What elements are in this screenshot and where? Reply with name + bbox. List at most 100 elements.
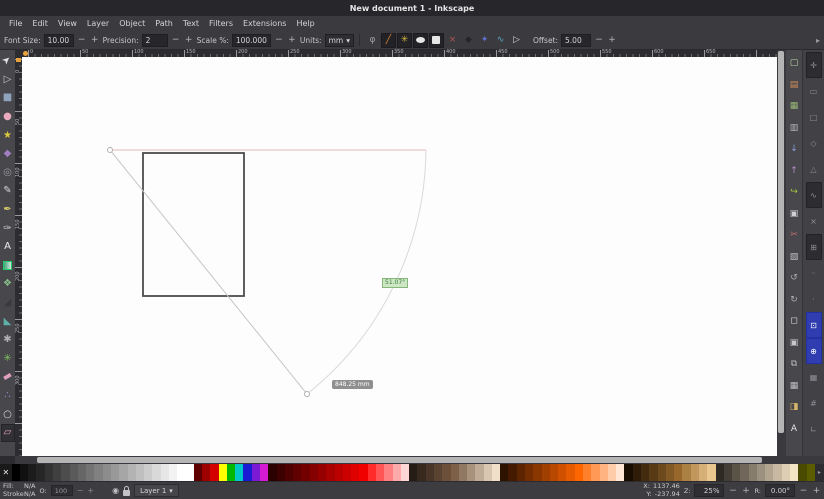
palette-swatch[interactable] xyxy=(252,464,260,481)
paste-button[interactable]: ▧ xyxy=(787,247,802,269)
palette-swatch[interactable] xyxy=(666,464,674,481)
palette-swatch[interactable] xyxy=(707,464,715,481)
offset-plus-button[interactable]: + xyxy=(607,35,617,45)
palette-swatch[interactable] xyxy=(260,464,268,481)
phantom-measure-button[interactable]: ◆ xyxy=(461,33,476,48)
toolbar-overflow-button[interactable]: ▸ xyxy=(816,36,820,45)
ellipse-tool[interactable]: ● xyxy=(1,108,15,127)
palette-swatch[interactable] xyxy=(484,464,492,481)
palette-swatch[interactable] xyxy=(500,464,508,481)
node-tool[interactable]: ▷ xyxy=(1,71,15,90)
box3d-tool[interactable]: ◆ xyxy=(1,145,15,164)
palette-swatch[interactable] xyxy=(177,464,194,481)
palette-swatch[interactable] xyxy=(442,464,450,481)
menu-edit[interactable]: Edit xyxy=(27,19,53,28)
palette-swatch[interactable] xyxy=(12,464,20,481)
import-button[interactable]: ↓ xyxy=(787,139,802,161)
ignore-first-last-button[interactable]: φ xyxy=(365,33,380,48)
snap-rotation-centers-button[interactable]: ⊕ xyxy=(806,338,822,364)
connector-tool[interactable]: ∴ xyxy=(1,387,15,406)
menu-file[interactable]: File xyxy=(4,19,27,28)
measure-line-button[interactable]: ╱ xyxy=(381,33,396,48)
horizontal-ruler[interactable]: 050100150200250300350400450500550600650 xyxy=(22,50,777,57)
scale-minus-button[interactable]: − xyxy=(274,35,284,45)
to-guides-button[interactable]: ✦ xyxy=(477,33,492,48)
palette-swatch[interactable] xyxy=(682,464,690,481)
vertical-scrollbar-thumb[interactable] xyxy=(778,51,784,433)
palette-swatch[interactable] xyxy=(591,464,599,481)
palette-swatch[interactable] xyxy=(219,464,227,481)
eraser-tool[interactable]: ▬ xyxy=(1,368,15,387)
palette-swatch[interactable] xyxy=(434,464,442,481)
snap-path-intersections-button[interactable]: × xyxy=(806,208,822,234)
palette-swatch[interactable] xyxy=(583,464,591,481)
palette-swatch[interactable] xyxy=(475,464,483,481)
menu-text[interactable]: Text xyxy=(178,19,204,28)
cut-button[interactable]: ✂ xyxy=(787,225,802,247)
offset-field[interactable]: 5.00 xyxy=(561,34,591,47)
fill-stroke-dialog-button[interactable]: ◨ xyxy=(787,397,802,419)
palette-swatch[interactable] xyxy=(194,464,202,481)
font-size-plus-button[interactable]: + xyxy=(90,35,100,45)
spiral-tool[interactable]: ◎ xyxy=(1,164,15,183)
snap-bbox-button[interactable]: ▭ xyxy=(806,78,822,104)
palette-swatch[interactable] xyxy=(169,464,177,481)
copy-button[interactable]: ▣ xyxy=(787,204,802,226)
palette-swatch[interactable] xyxy=(459,464,467,481)
palette-swatch[interactable] xyxy=(368,464,376,481)
zoom-plus-button[interactable]: + xyxy=(741,486,750,496)
palette-swatch[interactable] xyxy=(401,464,409,481)
rotation-plus-button[interactable]: + xyxy=(812,486,821,496)
palette-swatch[interactable] xyxy=(111,464,119,481)
palette-swatch[interactable] xyxy=(492,464,500,481)
menu-layer[interactable]: Layer xyxy=(82,19,114,28)
zoom-field[interactable]: 25% xyxy=(694,484,724,497)
palette-swatch[interactable] xyxy=(624,464,632,481)
menu-view[interactable]: View xyxy=(53,19,82,28)
palette-swatch[interactable] xyxy=(616,464,624,481)
palette-swatch[interactable] xyxy=(451,464,459,481)
mesh-tool[interactable]: ❖ xyxy=(1,275,15,294)
convert-to-item-button[interactable]: ▷ xyxy=(509,33,524,48)
palette-swatch[interactable] xyxy=(426,464,434,481)
layer-lock-icon[interactable] xyxy=(123,490,130,496)
text-dialog-button[interactable]: A xyxy=(787,419,802,441)
palette-swatch[interactable] xyxy=(70,464,78,481)
offset-minus-button[interactable]: − xyxy=(594,35,604,45)
palette-swatch[interactable] xyxy=(674,464,682,481)
pencil-tool[interactable]: ✎ xyxy=(1,182,15,201)
palette-swatch[interactable] xyxy=(765,464,773,481)
palette-swatch[interactable] xyxy=(699,464,707,481)
new-document-button[interactable]: ▢ xyxy=(787,53,802,75)
snap-enable-button[interactable]: ✛ xyxy=(806,52,822,78)
undo-button[interactable]: ↺ xyxy=(787,268,802,290)
palette-swatch[interactable] xyxy=(716,464,724,481)
star-tool[interactable]: ★ xyxy=(1,126,15,145)
palette-swatch[interactable] xyxy=(757,464,765,481)
palette-swatch[interactable] xyxy=(649,464,657,481)
palette-swatch[interactable] xyxy=(359,464,367,481)
snap-cusp-nodes-button[interactable]: ⊞ xyxy=(806,234,822,260)
palette-swatch[interactable] xyxy=(798,464,806,481)
spray-tool[interactable]: ✳ xyxy=(1,350,15,369)
horizontal-scrollbar-thumb[interactable] xyxy=(37,457,762,463)
palette-swatch[interactable] xyxy=(293,464,301,481)
palette-swatch[interactable] xyxy=(119,464,127,481)
group-button[interactable]: ▦ xyxy=(787,376,802,398)
mark-dimension-button[interactable]: ∿ xyxy=(493,33,508,48)
palette-swatch[interactable] xyxy=(351,464,359,481)
palette-swatch[interactable] xyxy=(20,464,28,481)
opacity-minus-button[interactable]: − xyxy=(77,486,84,495)
palette-scroll-arrow[interactable]: ▸ xyxy=(815,464,824,481)
precision-minus-button[interactable]: − xyxy=(171,35,181,45)
palette-swatch[interactable] xyxy=(86,464,94,481)
palette-swatch[interactable] xyxy=(550,464,558,481)
rotation-minus-button[interactable]: − xyxy=(799,486,808,496)
snap-bbox-edges-button[interactable]: □ xyxy=(806,104,822,130)
palette-swatch[interactable] xyxy=(335,464,343,481)
show-measure-points-button[interactable]: ✳ xyxy=(397,33,412,48)
palette-swatch[interactable] xyxy=(36,464,44,481)
palette-swatch[interactable] xyxy=(807,464,815,481)
menu-extensions[interactable]: Extensions xyxy=(238,19,291,28)
palette-swatch[interactable] xyxy=(658,464,666,481)
